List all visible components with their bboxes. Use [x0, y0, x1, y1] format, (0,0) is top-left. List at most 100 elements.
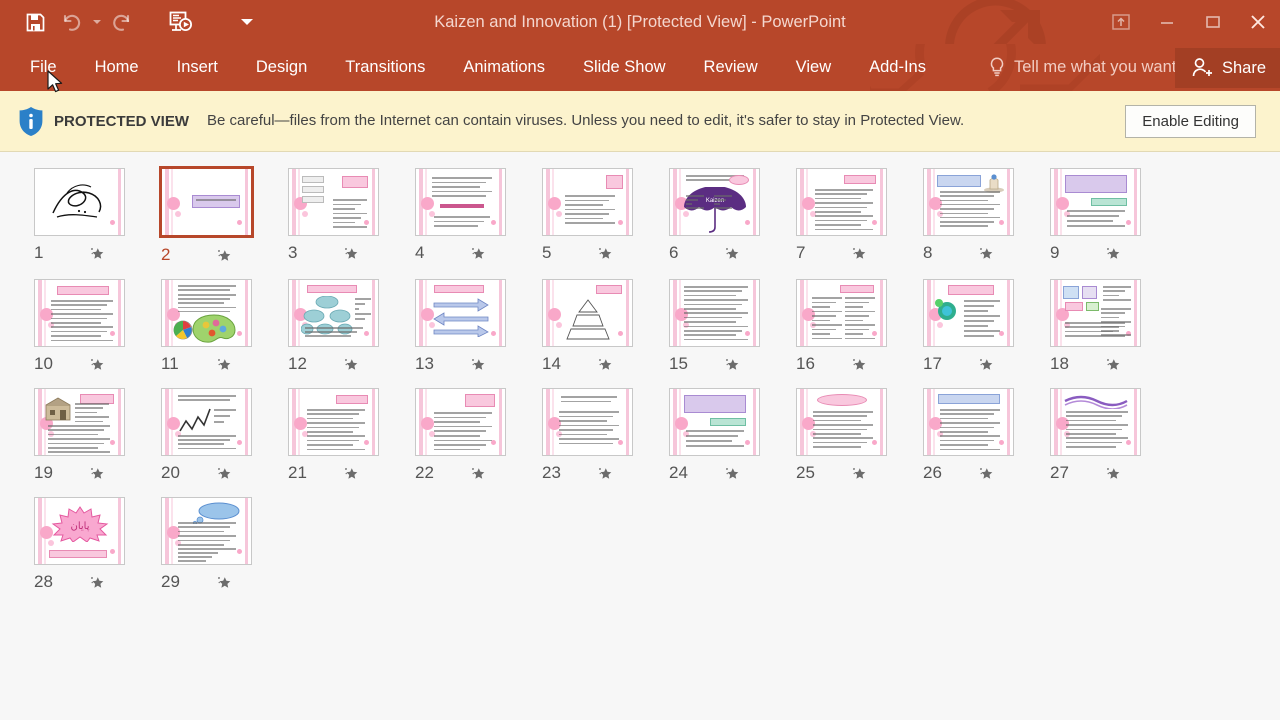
minimize-icon[interactable] — [1144, 5, 1190, 39]
slide-thumbnail-11[interactable]: 11 — [161, 279, 288, 374]
slide-thumbnail-image[interactable] — [796, 168, 887, 236]
slide-thumbnail-7[interactable]: 7 — [796, 168, 923, 265]
star-icon[interactable] — [721, 465, 743, 482]
star-icon[interactable] — [594, 245, 616, 262]
slide-thumbnail-image[interactable] — [796, 279, 887, 347]
slide-thumbnail-image[interactable] — [415, 388, 506, 456]
star-icon[interactable] — [848, 465, 870, 482]
customize-quick-access-toolbar-icon[interactable] — [240, 6, 254, 38]
slide-thumbnail-27[interactable]: 27 — [1050, 388, 1177, 483]
star-icon[interactable] — [467, 245, 489, 262]
star-icon[interactable] — [86, 574, 108, 591]
slide-thumbnail-9[interactable]: 9 — [1050, 168, 1177, 265]
tab-slide-show[interactable]: Slide Show — [569, 52, 680, 83]
tab-insert[interactable]: Insert — [163, 52, 232, 83]
slide-thumbnail-image[interactable] — [923, 388, 1014, 456]
slide-thumbnail-image[interactable] — [288, 168, 379, 236]
slide-thumbnail-image[interactable] — [542, 388, 633, 456]
slide-thumbnail-image[interactable] — [1050, 388, 1141, 456]
star-icon[interactable] — [1102, 465, 1124, 482]
enable-editing-button[interactable]: Enable Editing — [1125, 105, 1256, 138]
slide-thumbnail-17[interactable]: 17 — [923, 279, 1050, 374]
tab-file[interactable]: File — [16, 52, 71, 83]
share-button[interactable]: Share — [1174, 48, 1280, 88]
star-icon[interactable] — [975, 245, 997, 262]
slide-thumbnail-image[interactable] — [415, 279, 506, 347]
slide-thumbnail-10[interactable]: 10 — [34, 279, 161, 374]
star-icon[interactable] — [1102, 356, 1124, 373]
undo-dropdown-icon[interactable] — [90, 6, 104, 38]
star-icon[interactable] — [848, 356, 870, 373]
slide-thumbnail-image[interactable] — [923, 279, 1014, 347]
slide-thumbnail-image[interactable] — [415, 168, 506, 236]
slide-thumbnail-29[interactable]: 29 — [161, 497, 288, 592]
slide-thumbnail-4[interactable]: 4 — [415, 168, 542, 265]
star-icon[interactable] — [467, 356, 489, 373]
slide-thumbnail-image[interactable] — [34, 168, 125, 236]
tab-home[interactable]: Home — [81, 52, 153, 83]
slide-thumbnail-3[interactable]: 3 — [288, 168, 415, 265]
slide-thumbnail-image[interactable] — [669, 388, 760, 456]
star-icon[interactable] — [594, 465, 616, 482]
slide-thumbnail-image[interactable] — [288, 388, 379, 456]
tab-review[interactable]: Review — [690, 52, 772, 83]
slide-thumbnail-18[interactable]: 18 — [1050, 279, 1177, 374]
tab-animations[interactable]: Animations — [449, 52, 559, 83]
slide-thumbnail-image[interactable] — [34, 279, 125, 347]
star-icon[interactable] — [1102, 245, 1124, 262]
slide-thumbnail-14[interactable]: 14 — [542, 279, 669, 374]
slide-thumbnail-22[interactable]: 22 — [415, 388, 542, 483]
star-icon[interactable] — [848, 245, 870, 262]
slide-thumbnail-6[interactable]: Kaizen 6 — [669, 168, 796, 265]
ribbon-display-options-icon[interactable] — [1098, 5, 1144, 39]
slide-thumbnail-image[interactable] — [161, 497, 252, 565]
slide-thumbnail-8[interactable]: 8 — [923, 168, 1050, 265]
star-icon[interactable] — [721, 356, 743, 373]
undo-icon[interactable] — [54, 6, 88, 38]
slide-thumbnail-13[interactable]: 13 — [415, 279, 542, 374]
slide-thumbnail-image[interactable] — [1050, 168, 1141, 236]
star-icon[interactable] — [86, 465, 108, 482]
slide-thumbnail-image[interactable] — [542, 279, 633, 347]
slide-thumbnail-16[interactable]: 16 — [796, 279, 923, 374]
star-icon[interactable] — [975, 465, 997, 482]
slide-thumbnail-image[interactable] — [796, 388, 887, 456]
slide-thumbnail-25[interactable]: 25 — [796, 388, 923, 483]
start-presentation-icon[interactable] — [164, 6, 198, 38]
slide-thumbnail-image[interactable] — [161, 279, 252, 347]
slide-thumbnail-image[interactable]: Kaizen — [669, 168, 760, 236]
slide-thumbnail-24[interactable]: 24 — [669, 388, 796, 483]
redo-icon[interactable] — [106, 6, 140, 38]
slide-thumbnail-image[interactable]: پایان — [34, 497, 125, 565]
slide-thumbnail-image[interactable] — [669, 279, 760, 347]
star-icon[interactable] — [86, 245, 108, 262]
slide-thumbnail-image[interactable] — [288, 279, 379, 347]
tab-transitions[interactable]: Transitions — [331, 52, 439, 83]
slide-thumbnail-1[interactable]: 1 — [34, 168, 161, 265]
slide-thumbnail-image[interactable] — [34, 388, 125, 456]
star-icon[interactable] — [213, 574, 235, 591]
slide-thumbnail-image[interactable] — [161, 388, 252, 456]
slide-thumbnail-image[interactable] — [159, 166, 254, 238]
close-icon[interactable] — [1236, 5, 1280, 39]
star-icon[interactable] — [340, 245, 362, 262]
star-icon[interactable] — [340, 356, 362, 373]
star-icon[interactable] — [721, 245, 743, 262]
slide-thumbnail-23[interactable]: 23 — [542, 388, 669, 483]
slide-thumbnail-20[interactable]: 20 — [161, 388, 288, 483]
save-icon[interactable] — [18, 6, 52, 38]
slide-thumbnail-21[interactable]: 21 — [288, 388, 415, 483]
slide-thumbnail-2[interactable]: 2 — [159, 166, 288, 265]
slide-thumbnail-image[interactable] — [923, 168, 1014, 236]
star-icon[interactable] — [340, 465, 362, 482]
slide-thumbnail-15[interactable]: 15 — [669, 279, 796, 374]
slide-thumbnail-12[interactable]: 12 — [288, 279, 415, 374]
star-icon[interactable] — [213, 356, 235, 373]
slide-thumbnail-26[interactable]: 26 — [923, 388, 1050, 483]
restore-icon[interactable] — [1190, 5, 1236, 39]
star-icon[interactable] — [213, 247, 235, 264]
slide-thumbnail-28[interactable]: پایان 28 — [34, 497, 161, 592]
star-icon[interactable] — [213, 465, 235, 482]
slide-thumbnail-image[interactable] — [542, 168, 633, 236]
star-icon[interactable] — [975, 356, 997, 373]
